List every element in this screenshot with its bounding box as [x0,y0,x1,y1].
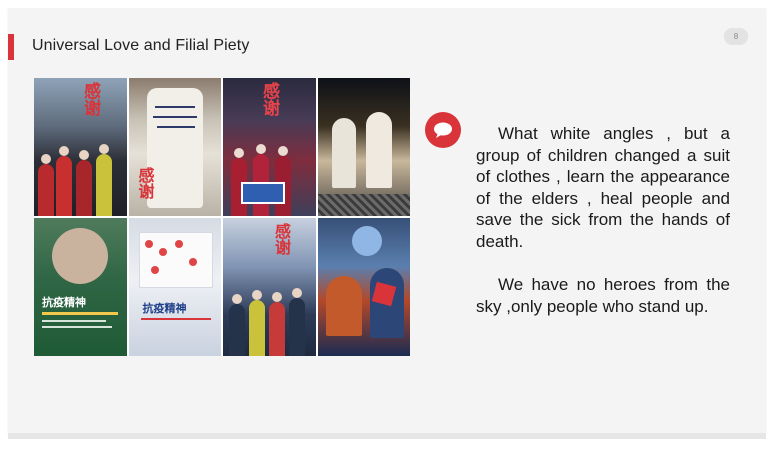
fingerprint-mark [144,240,153,248]
collage-tile-2: 感 谢 [128,78,221,216]
title-accent-bar [8,34,14,60]
collage-tile-8 [317,218,410,356]
figure-silhouette [331,118,356,188]
handwriting-line [154,106,195,108]
slide-title: Universal Love and Filial Piety [32,37,250,54]
slide: Universal Love and Filial Piety 8 感 谢 感 … [8,8,766,433]
figure-police [289,298,305,356]
figure-police [249,300,265,356]
paragraph-white-angels: What white angles , but a group of child… [476,124,730,251]
figure-head [41,154,51,164]
fingerprint-mark [150,266,159,274]
figure-medic [56,156,72,216]
figure-head [59,146,69,156]
tile-caption-2: 感 谢 [138,166,155,201]
figure-medic [76,160,92,216]
handwriting-line [156,126,195,128]
figure-police [229,304,245,356]
paragraph-heroes: We have no heroes from the sky ,only peo… [476,275,730,316]
text-line [42,312,118,315]
speech-bubble-icon [425,112,461,148]
tile-caption-5: 抗疫精神 [42,296,86,309]
collage-tile-4 [317,78,410,216]
collage-tile-6: 抗疫精神 [128,218,221,356]
collage-tile-1: 感 谢 [34,78,127,216]
figure-head [278,146,288,156]
tile-caption-6: 抗疫精神 [142,302,187,315]
fingerprint-mark [188,258,197,266]
portrait-face [52,228,108,284]
text-line [42,326,112,328]
figure-head [79,150,89,160]
figure-head [256,144,266,154]
medic-helmet [351,226,382,256]
figure-medic [269,302,285,356]
figure-head [292,288,302,298]
image-collage: 感 谢 感 谢 感 谢 抗疫精神 抗疫精神 感 谢 [34,78,410,356]
page-number-badge: 8 [724,28,748,45]
slide-bottom-edge [8,433,766,439]
collage-tile-5: 抗疫精神 [34,218,127,356]
text-line [140,318,211,320]
text-line [42,320,106,322]
fence-shape [317,194,410,216]
collage-tile-3: 感 谢 [223,78,316,216]
fingerprint-mark [158,248,167,256]
tile-caption-3: 感 谢 [263,82,280,119]
body-text: What white angles , but a group of child… [476,123,730,317]
figure-head [252,290,262,300]
figure-police [96,154,112,216]
figure-illustration [325,276,362,336]
figure-head [272,292,282,302]
figure-head [99,144,109,154]
collage-tile-7: 感 谢 [223,218,316,356]
flag-shape [241,182,285,204]
tile-caption-7: 感 谢 [275,222,292,257]
figure-head [234,148,244,158]
figure-head [232,294,242,304]
figure-medic [38,164,54,216]
handwriting-line [152,116,197,118]
figure-silhouette [365,112,392,188]
fingerprint-mark [174,240,183,248]
speech-bubble-glyph [434,122,452,138]
tile-caption-1: 感 谢 [84,82,101,119]
